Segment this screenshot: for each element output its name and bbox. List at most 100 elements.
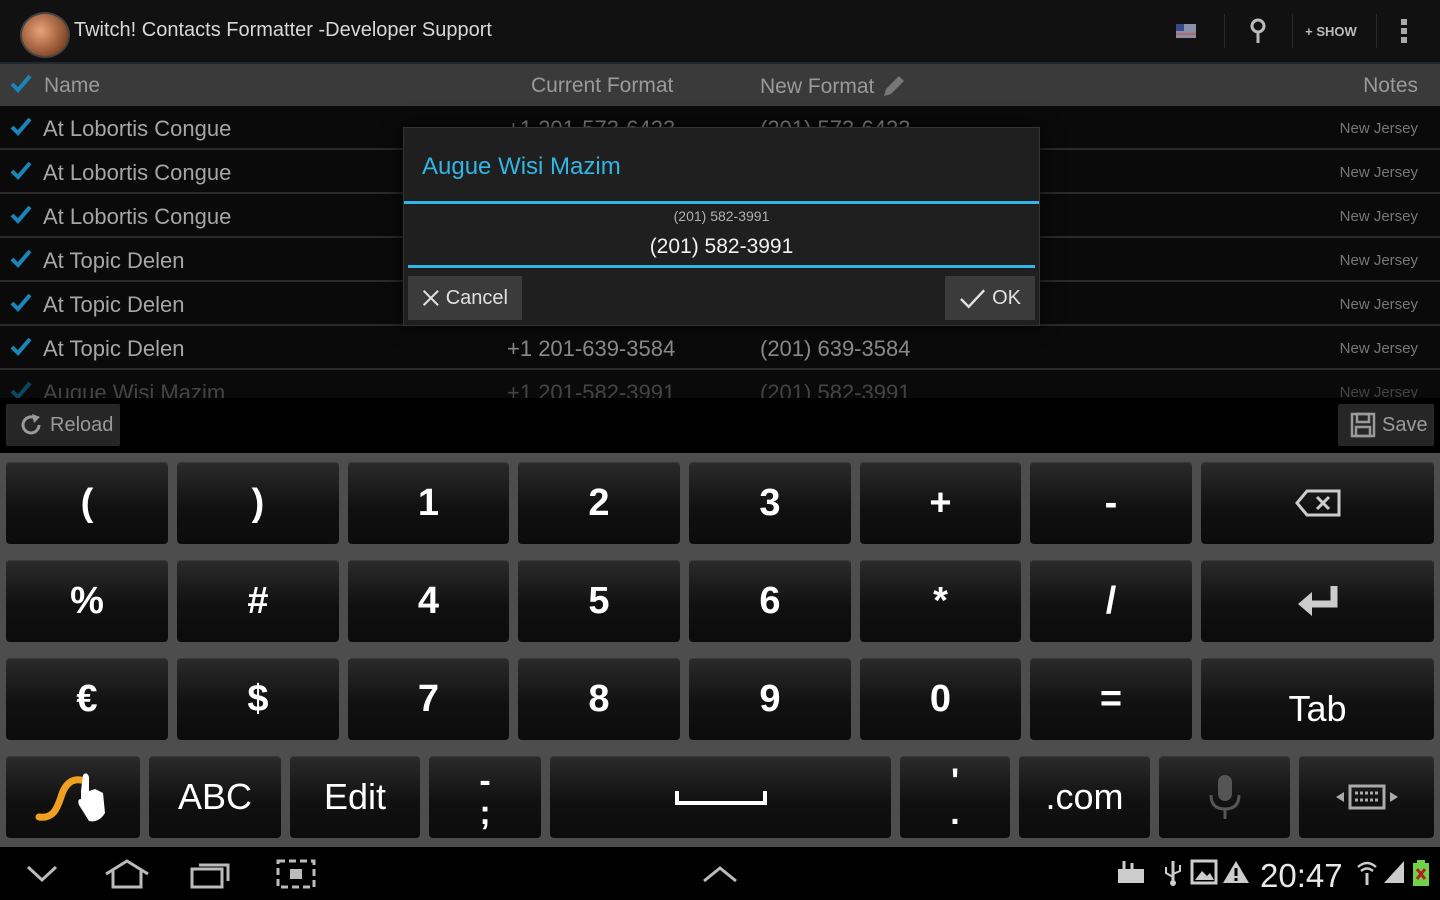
dialog-title: Augue Wisi Mazim <box>422 153 621 180</box>
current-format: +1 201-582-3991 <box>507 380 676 398</box>
notes: New Jersey <box>1339 252 1418 269</box>
usb-icon <box>1165 861 1181 886</box>
current-format: +1 201-639-3584 <box>507 336 676 361</box>
key-6[interactable]: 6 <box>689 560 851 642</box>
row-checkbox[interactable] <box>10 336 32 361</box>
space-icon <box>674 791 767 805</box>
backspace-key[interactable] <box>1201 462 1434 544</box>
abc-key[interactable]: ABC <box>149 756 281 838</box>
key-3[interactable]: 3 <box>689 462 851 544</box>
status-clock: 20:47 <box>1260 857 1343 894</box>
keyboard-status-icon <box>1118 861 1144 883</box>
column-header-new-format-label: New Format <box>760 75 875 98</box>
reload-label: Reload <box>50 413 114 436</box>
ok-button[interactable]: OK <box>945 276 1035 320</box>
key-hash[interactable]: # <box>177 560 339 642</box>
swype-icon <box>35 773 105 822</box>
notes: New Jersey <box>1339 208 1418 225</box>
reload-button[interactable]: Reload <box>6 404 120 446</box>
row-checkbox[interactable] <box>10 248 32 273</box>
cancel-button[interactable]: Cancel <box>408 276 522 320</box>
semicolon-label: ; <box>479 794 491 832</box>
key-open-paren[interactable]: ( <box>6 462 168 544</box>
refresh-icon <box>21 414 41 435</box>
show-button[interactable]: + SHOW <box>1300 16 1362 46</box>
row-checkbox[interactable] <box>10 380 32 398</box>
flag-icon[interactable] <box>1174 16 1198 46</box>
key-9[interactable]: 9 <box>689 658 851 740</box>
key-4[interactable]: 4 <box>348 560 509 642</box>
system-navigation-bar: 20:47 <box>0 847 1440 900</box>
table-row[interactable]: Augue Wisi Mazim +1 201-582-3991 (201) 5… <box>0 370 1440 398</box>
backspace-icon <box>1294 489 1340 517</box>
home-icon[interactable] <box>104 859 150 889</box>
mic-key[interactable] <box>1159 756 1290 838</box>
contact-name: At Lobortis Congue <box>43 160 232 185</box>
space-key[interactable] <box>550 756 891 838</box>
column-header-name[interactable]: Name <box>44 74 100 98</box>
key-5[interactable]: 5 <box>518 560 680 642</box>
table-row[interactable]: At Topic Delen +1 201-639-3584 (201) 639… <box>0 326 1440 370</box>
contact-name: At Lobortis Congue <box>43 204 232 229</box>
action-bar: Twitch! Contacts Formatter -Developer Su… <box>0 0 1440 64</box>
key-slash[interactable]: / <box>1030 560 1192 642</box>
keyboard-layout-key[interactable] <box>1299 756 1434 838</box>
key-dollar[interactable]: $ <box>177 658 339 740</box>
location-pin-icon[interactable] <box>1246 16 1270 46</box>
app-icon[interactable] <box>20 12 70 58</box>
dotcom-key[interactable]: .com <box>1019 756 1150 838</box>
wifi-icon <box>1357 861 1377 885</box>
contact-name: At Topic Delen <box>43 336 185 361</box>
key-close-paren[interactable]: ) <box>177 462 339 544</box>
row-checkbox[interactable] <box>10 116 32 141</box>
column-header-new-format[interactable]: New Format <box>760 74 906 100</box>
new-format: (201) 639-3584 <box>760 336 911 361</box>
up-arrow-icon[interactable] <box>702 865 738 883</box>
enter-key[interactable] <box>1201 560 1434 642</box>
dialog-hint: (201) 582-3991 <box>673 208 770 224</box>
quote-period-key[interactable]: ' . <box>900 756 1010 838</box>
select-all-checkbox[interactable] <box>10 73 32 99</box>
battery-icon <box>1413 860 1429 886</box>
recent-apps-icon[interactable] <box>190 859 232 889</box>
dash-semicolon-key[interactable]: - ; <box>429 756 541 838</box>
row-checkbox[interactable] <box>10 204 32 229</box>
edit-number-dialog: Augue Wisi Mazim (201) 582-3991 Cancel O… <box>403 127 1040 326</box>
save-button[interactable]: Save <box>1338 404 1434 446</box>
column-header-notes[interactable]: Notes <box>1363 74 1418 98</box>
phone-number-input[interactable] <box>408 228 1035 268</box>
key-2[interactable]: 2 <box>518 462 680 544</box>
swype-key[interactable] <box>6 756 140 838</box>
key-8[interactable]: 8 <box>518 658 680 740</box>
key-1[interactable]: 1 <box>348 462 509 544</box>
tab-key[interactable]: Tab <box>1201 658 1434 740</box>
key-0[interactable]: 0 <box>860 658 1021 740</box>
signal-icon <box>1384 861 1404 883</box>
overflow-menu-icon[interactable] <box>1392 16 1416 46</box>
key-7[interactable]: 7 <box>348 658 509 740</box>
key-minus[interactable]: - <box>1030 462 1192 544</box>
notes: New Jersey <box>1339 120 1418 137</box>
hide-keyboard-icon[interactable] <box>26 865 58 883</box>
key-percent[interactable]: % <box>6 560 168 642</box>
dialog-divider <box>404 201 1039 204</box>
quote-label: ' <box>950 762 960 800</box>
screenshot-icon[interactable] <box>276 859 316 889</box>
key-euro[interactable]: € <box>6 658 168 740</box>
warning-icon <box>1223 861 1249 883</box>
notes: New Jersey <box>1339 340 1418 357</box>
column-header-current-format[interactable]: Current Format <box>531 74 673 98</box>
key-asterisk[interactable]: * <box>860 560 1021 642</box>
key-equals[interactable]: = <box>1030 658 1192 740</box>
new-format: (201) 582-3991 <box>760 380 911 398</box>
app-title: Twitch! Contacts Formatter -Developer Su… <box>74 19 492 41</box>
pencil-icon <box>884 76 905 96</box>
notes: New Jersey <box>1339 296 1418 313</box>
edit-key[interactable]: Edit <box>290 756 420 838</box>
notes: New Jersey <box>1339 384 1418 398</box>
keyboard-layout-icon <box>1335 784 1398 810</box>
notes: New Jersey <box>1339 164 1418 181</box>
row-checkbox[interactable] <box>10 292 32 317</box>
key-plus[interactable]: + <box>860 462 1021 544</box>
row-checkbox[interactable] <box>10 160 32 185</box>
